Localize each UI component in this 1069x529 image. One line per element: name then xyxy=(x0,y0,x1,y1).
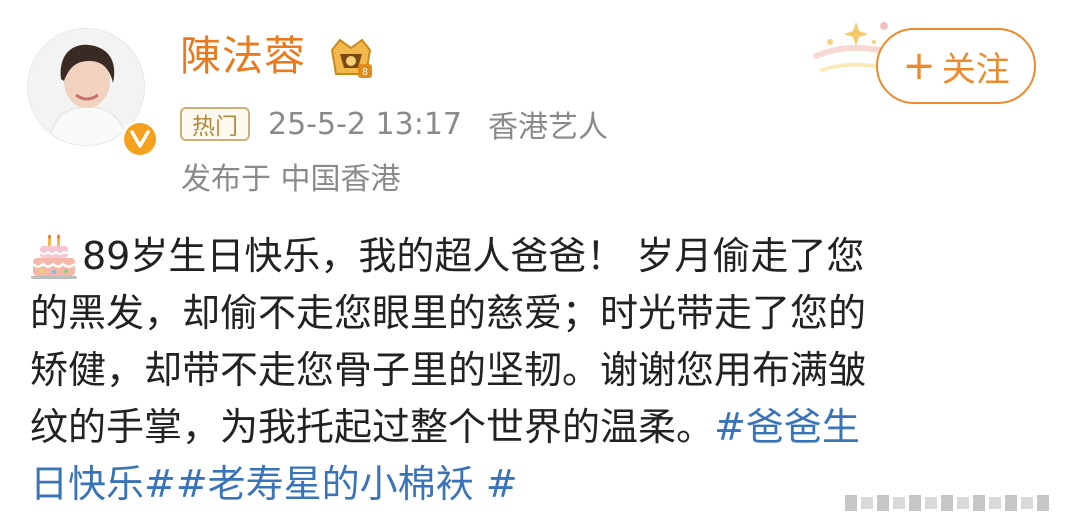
hashtag-link[interactable]: 日快乐# xyxy=(30,456,176,513)
content-text: 的黑发，却偷不走您眼里的慈爱；时光带走了您的 xyxy=(30,291,867,335)
content-text: 纹的手掌，为我托起过整个世界的温柔。 xyxy=(30,405,715,449)
post-timestamp: 25-5-2 13:17 xyxy=(268,106,462,142)
watermark-icon xyxy=(845,486,1055,520)
content-line-1: 89岁生日快乐，我的超人爸爸！ 岁月偷走了您 xyxy=(30,228,1030,285)
content-line-4: 纹的手掌，为我托起过整个世界的温柔。 #爸爸生 xyxy=(30,399,1030,456)
follow-button[interactable]: + 关注 xyxy=(876,28,1036,104)
post-content: 89岁生日快乐，我的超人爸爸！ 岁月偷走了您 的黑发，却偷不走您眼里的慈爱；时光… xyxy=(30,228,1030,513)
post-location: 发布于 中国香港 xyxy=(181,162,401,197)
verified-v-badge-icon xyxy=(121,120,159,158)
post-meta: 热门 25-5-2 13:17 香港艺人 xyxy=(180,104,608,145)
content-line-3: 矫健，却带不走您骨子里的坚韧。谢谢您用布满皱 xyxy=(30,342,1030,399)
content-text: 89岁生日快乐，我的超人爸爸！ 岁月偷走了您 xyxy=(82,234,865,278)
follow-button-label: 关注 xyxy=(941,49,1010,90)
svg-text:8: 8 xyxy=(362,67,368,78)
birthday-cake-icon xyxy=(30,233,78,280)
hashtag-link[interactable]: #老寿星的小棉袄 # xyxy=(176,456,518,513)
content-text: 矫健，却带不走您骨子里的坚韧。谢谢您用布满皱 xyxy=(30,348,867,392)
plus-icon: + xyxy=(902,43,936,89)
username[interactable]: 陳法蓉 xyxy=(180,30,306,82)
author-identity: 香港艺人 xyxy=(488,110,608,145)
hashtag-link[interactable]: #爸爸生 xyxy=(714,399,860,456)
vip-crown-badge-icon: 8 xyxy=(326,36,376,80)
weibo-post: 陳法蓉 8 热门 25-5-2 13:17 香港艺人 发布于 中国香港 + 关注 xyxy=(0,0,1069,529)
hot-tag: 热门 xyxy=(180,107,250,141)
avatar[interactable] xyxy=(27,28,159,158)
content-line-2: 的黑发，却偷不走您眼里的慈爱；时光带走了您的 xyxy=(30,285,1030,342)
